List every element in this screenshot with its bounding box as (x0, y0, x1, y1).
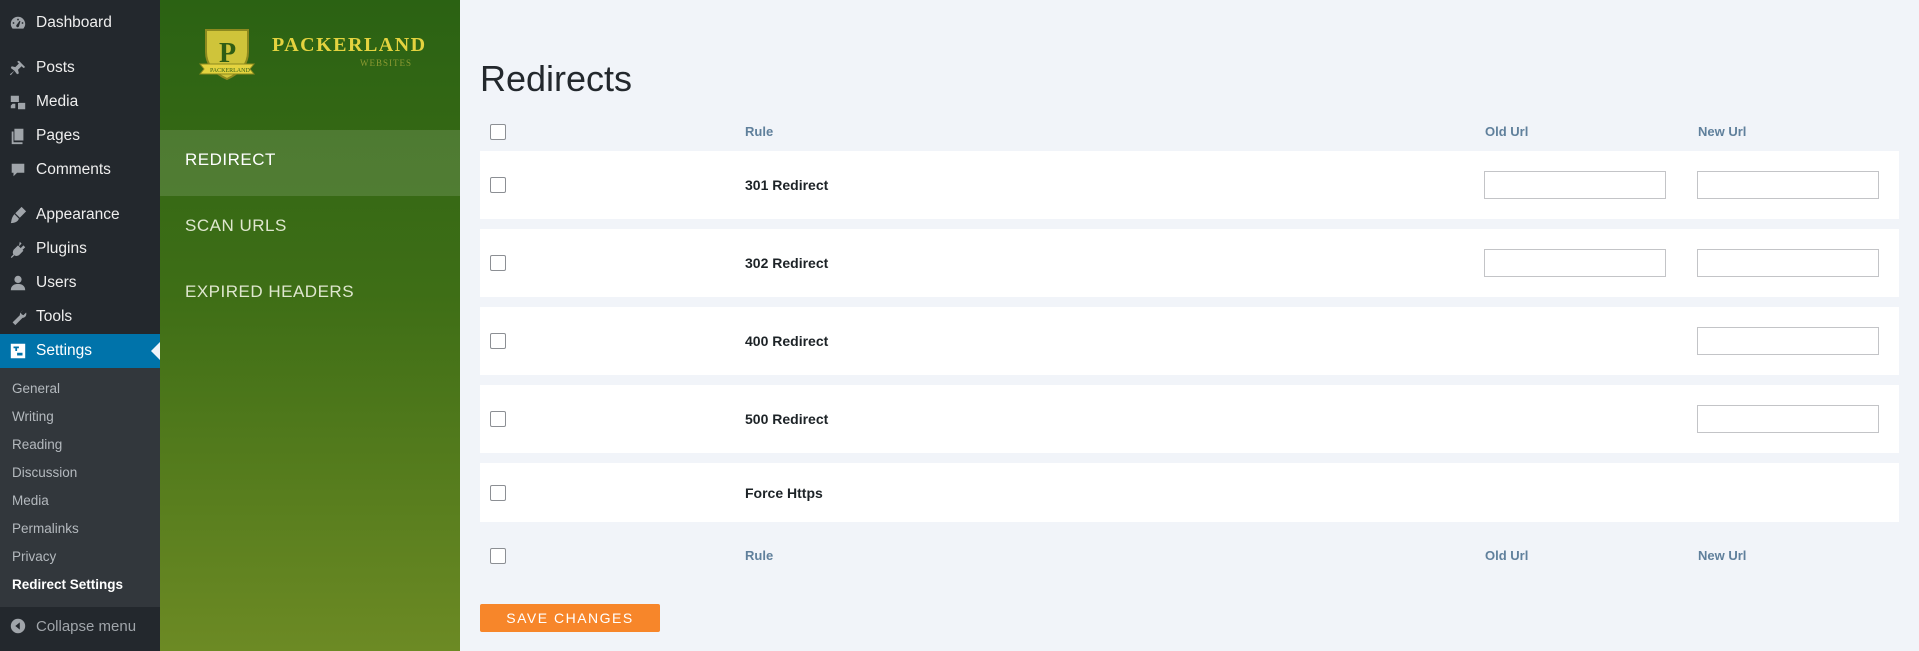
menu-item-dashboard[interactable]: Dashboard (0, 6, 160, 40)
column-footer-new-url: New Url (1698, 548, 1747, 563)
rule-name: 302 Redirect (745, 255, 829, 271)
menu-item-tools[interactable]: Tools (0, 300, 160, 334)
rule-name: 301 Redirect (745, 177, 829, 193)
user-icon (9, 274, 27, 292)
new-url-input[interactable] (1697, 171, 1879, 199)
new-url-input[interactable] (1697, 249, 1879, 277)
table-row: 301 Redirect (480, 151, 1899, 219)
column-footer-old-url: Old Url (1485, 548, 1529, 563)
submenu-item-general[interactable]: General (0, 375, 160, 403)
collapse-label: Collapse menu (36, 617, 137, 635)
menu-item-users[interactable]: Users (0, 266, 160, 300)
table-row: 500 Redirect (480, 385, 1899, 453)
rule-name: 500 Redirect (745, 411, 829, 427)
plugin-nav-expired-headers[interactable]: EXPIRED HEADERS (160, 262, 460, 328)
menu-label: Users (36, 274, 77, 291)
table-header: Rule Old Url New Url (480, 112, 1899, 152)
select-all-checkbox[interactable] (490, 124, 506, 140)
brush-icon (9, 206, 27, 224)
new-url-input[interactable] (1697, 327, 1879, 355)
row-checkbox[interactable] (490, 333, 506, 349)
admin-sidebar: Dashboard Posts Media Pages Comments App… (0, 0, 160, 651)
media-icon (9, 93, 27, 111)
collapse-icon (9, 617, 27, 635)
plugin-nav-redirect[interactable]: REDIRECT (160, 130, 460, 196)
settings-icon (9, 342, 27, 360)
save-changes-button[interactable]: SAVE CHANGES (480, 604, 660, 632)
select-all-checkbox-footer[interactable] (490, 548, 506, 564)
menu-label: Tools (36, 308, 73, 325)
submenu-item-media[interactable]: Media (0, 487, 160, 515)
plugin-sidebar: P PACKERLAND PACKERLAND WEBSITES REDIREC… (160, 0, 460, 651)
menu-item-appearance[interactable]: Appearance (0, 198, 160, 232)
submenu-item-reading[interactable]: Reading (0, 431, 160, 459)
row-checkbox[interactable] (490, 255, 506, 271)
menu-label: Dashboard (36, 14, 112, 31)
menu-label: Posts (36, 59, 75, 76)
column-header-new-url: New Url (1698, 124, 1747, 139)
menu-item-comments[interactable]: Comments (0, 153, 160, 187)
column-footer-rule: Rule (745, 548, 774, 563)
menu-label: Comments (36, 161, 111, 178)
collapse-menu-button[interactable]: Collapse menu (0, 607, 160, 645)
wrench-icon (9, 308, 27, 326)
shield-logo-icon: P PACKERLAND (198, 29, 256, 81)
menu-item-settings[interactable]: Settings (0, 334, 160, 368)
packerland-logo: P PACKERLAND PACKERLAND WEBSITES (160, 0, 460, 130)
table-row: Force Https (480, 463, 1899, 522)
rule-name: Force Https (745, 484, 823, 501)
submenu-item-privacy[interactable]: Privacy (0, 543, 160, 571)
settings-submenu: General Writing Reading Discussion Media… (0, 368, 160, 607)
column-header-rule: Rule (745, 124, 774, 139)
new-url-input[interactable] (1697, 405, 1879, 433)
menu-label: Appearance (36, 206, 120, 223)
page-title: Redirects (480, 58, 633, 99)
menu-item-posts[interactable]: Posts (0, 51, 160, 85)
menu-label: Settings (36, 342, 93, 359)
menu-label: Media (36, 93, 79, 110)
old-url-input[interactable] (1484, 171, 1666, 199)
pin-icon (9, 59, 27, 77)
row-checkbox[interactable] (490, 411, 506, 427)
menu-label: Pages (36, 127, 80, 144)
pages-icon (9, 127, 27, 145)
submenu-item-redirect-settings[interactable]: Redirect Settings (0, 571, 160, 599)
submenu-item-writing[interactable]: Writing (0, 403, 160, 431)
menu-label: Plugins (36, 240, 87, 257)
row-checkbox[interactable] (490, 177, 506, 193)
table-row: 400 Redirect (480, 307, 1899, 375)
menu-item-plugins[interactable]: Plugins (0, 232, 160, 266)
column-header-old-url: Old Url (1485, 124, 1529, 139)
table-row: 302 Redirect (480, 229, 1899, 297)
old-url-input[interactable] (1484, 249, 1666, 277)
menu-item-pages[interactable]: Pages (0, 119, 160, 153)
table-footer: Rule Old Url New Url (480, 536, 1899, 576)
shield-banner: PACKERLAND (210, 68, 250, 74)
submenu-item-permalinks[interactable]: Permalinks (0, 515, 160, 543)
comment-icon (9, 161, 27, 179)
submenu-item-discussion[interactable]: Discussion (0, 459, 160, 487)
brand-name: PACKERLAND (272, 34, 427, 56)
dashboard-icon (9, 14, 27, 32)
main-content: Redirects Rule Old Url New Url 301 Redir… (480, 0, 1899, 651)
plug-icon (9, 240, 27, 258)
row-checkbox[interactable] (490, 484, 506, 501)
rule-name: 400 Redirect (745, 333, 829, 349)
brand-subtitle: WEBSITES (360, 58, 412, 68)
menu-item-media[interactable]: Media (0, 85, 160, 119)
plugin-nav-scan-urls[interactable]: SCAN URLS (160, 196, 460, 262)
